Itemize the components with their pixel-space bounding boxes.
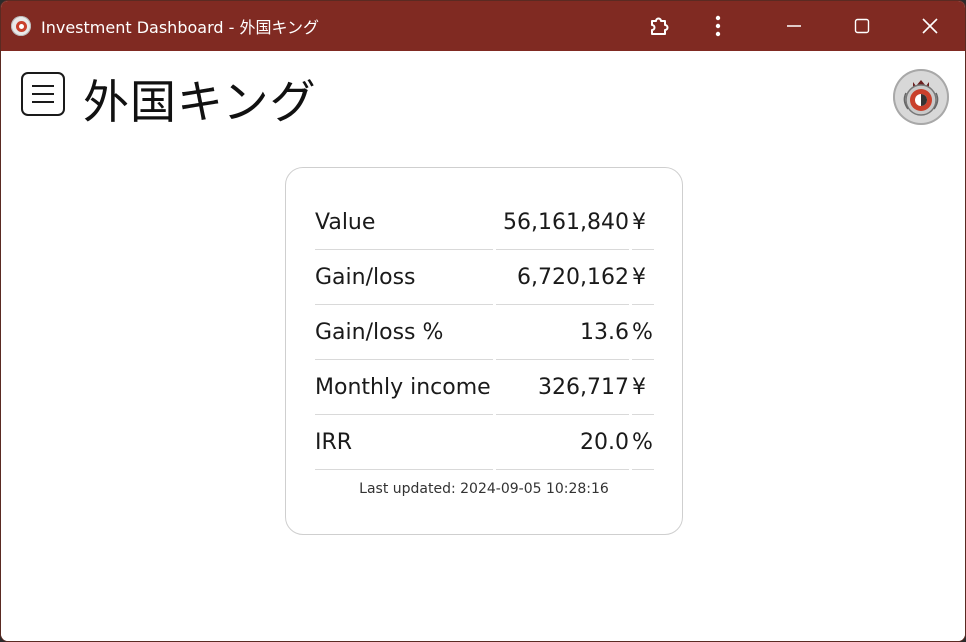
table-row: Monthly income 326,717 ¥ [315,360,654,415]
stat-label: Value [315,195,493,250]
main-content: 外国キング Value 56,161,840 ¥ Gain/loss 6,720… [1,52,965,641]
maximize-icon [854,18,870,34]
profile-crest-icon [903,80,939,116]
stat-label: Gain/loss % [315,305,493,360]
maximize-button[interactable] [839,1,885,51]
stats-table: Value 56,161,840 ¥ Gain/loss 6,720,162 ¥… [312,195,657,470]
table-row: Value 56,161,840 ¥ [315,195,654,250]
close-icon [922,18,938,34]
more-options-icon [715,15,721,37]
table-row: Gain/loss 6,720,162 ¥ [315,250,654,305]
stat-value: 326,717 [496,360,629,415]
extensions-icon [651,17,669,35]
stat-label: IRR [315,415,493,470]
stat-unit: ¥ [632,360,654,415]
table-row: IRR 20.0 % [315,415,654,470]
table-row: Gain/loss % 13.6 % [315,305,654,360]
stat-label: Monthly income [315,360,493,415]
page-title: 外国キング [83,75,317,129]
stat-unit: % [632,305,654,360]
window-title: Investment Dashboard - 外国キング [41,18,319,37]
close-button[interactable] [907,1,953,51]
minimize-icon [787,25,801,27]
title-bar[interactable]: Investment Dashboard - 外国キング [1,1,965,51]
stat-value: 56,161,840 [496,195,629,250]
stat-value: 13.6 [496,305,629,360]
stat-value: 6,720,162 [496,250,629,305]
avatar[interactable] [893,69,949,125]
stat-value: 20.0 [496,415,629,470]
menu-button[interactable] [21,72,65,116]
hamburger-menu-icon [32,85,54,87]
more-options-button[interactable] [695,1,741,51]
minimize-button[interactable] [771,1,817,51]
stat-unit: ¥ [632,195,654,250]
stat-label: Gain/loss [315,250,493,305]
app-window: Investment Dashboard - 外国キング 外国キング Value… [0,0,966,642]
stats-card: Value 56,161,840 ¥ Gain/loss 6,720,162 ¥… [285,167,683,535]
stat-unit: % [632,415,654,470]
app-logo-icon [11,16,31,36]
stat-unit: ¥ [632,250,654,305]
extensions-button[interactable] [637,1,683,51]
last-updated-text: Last updated: 2024-09-05 10:28:16 [359,481,609,497]
